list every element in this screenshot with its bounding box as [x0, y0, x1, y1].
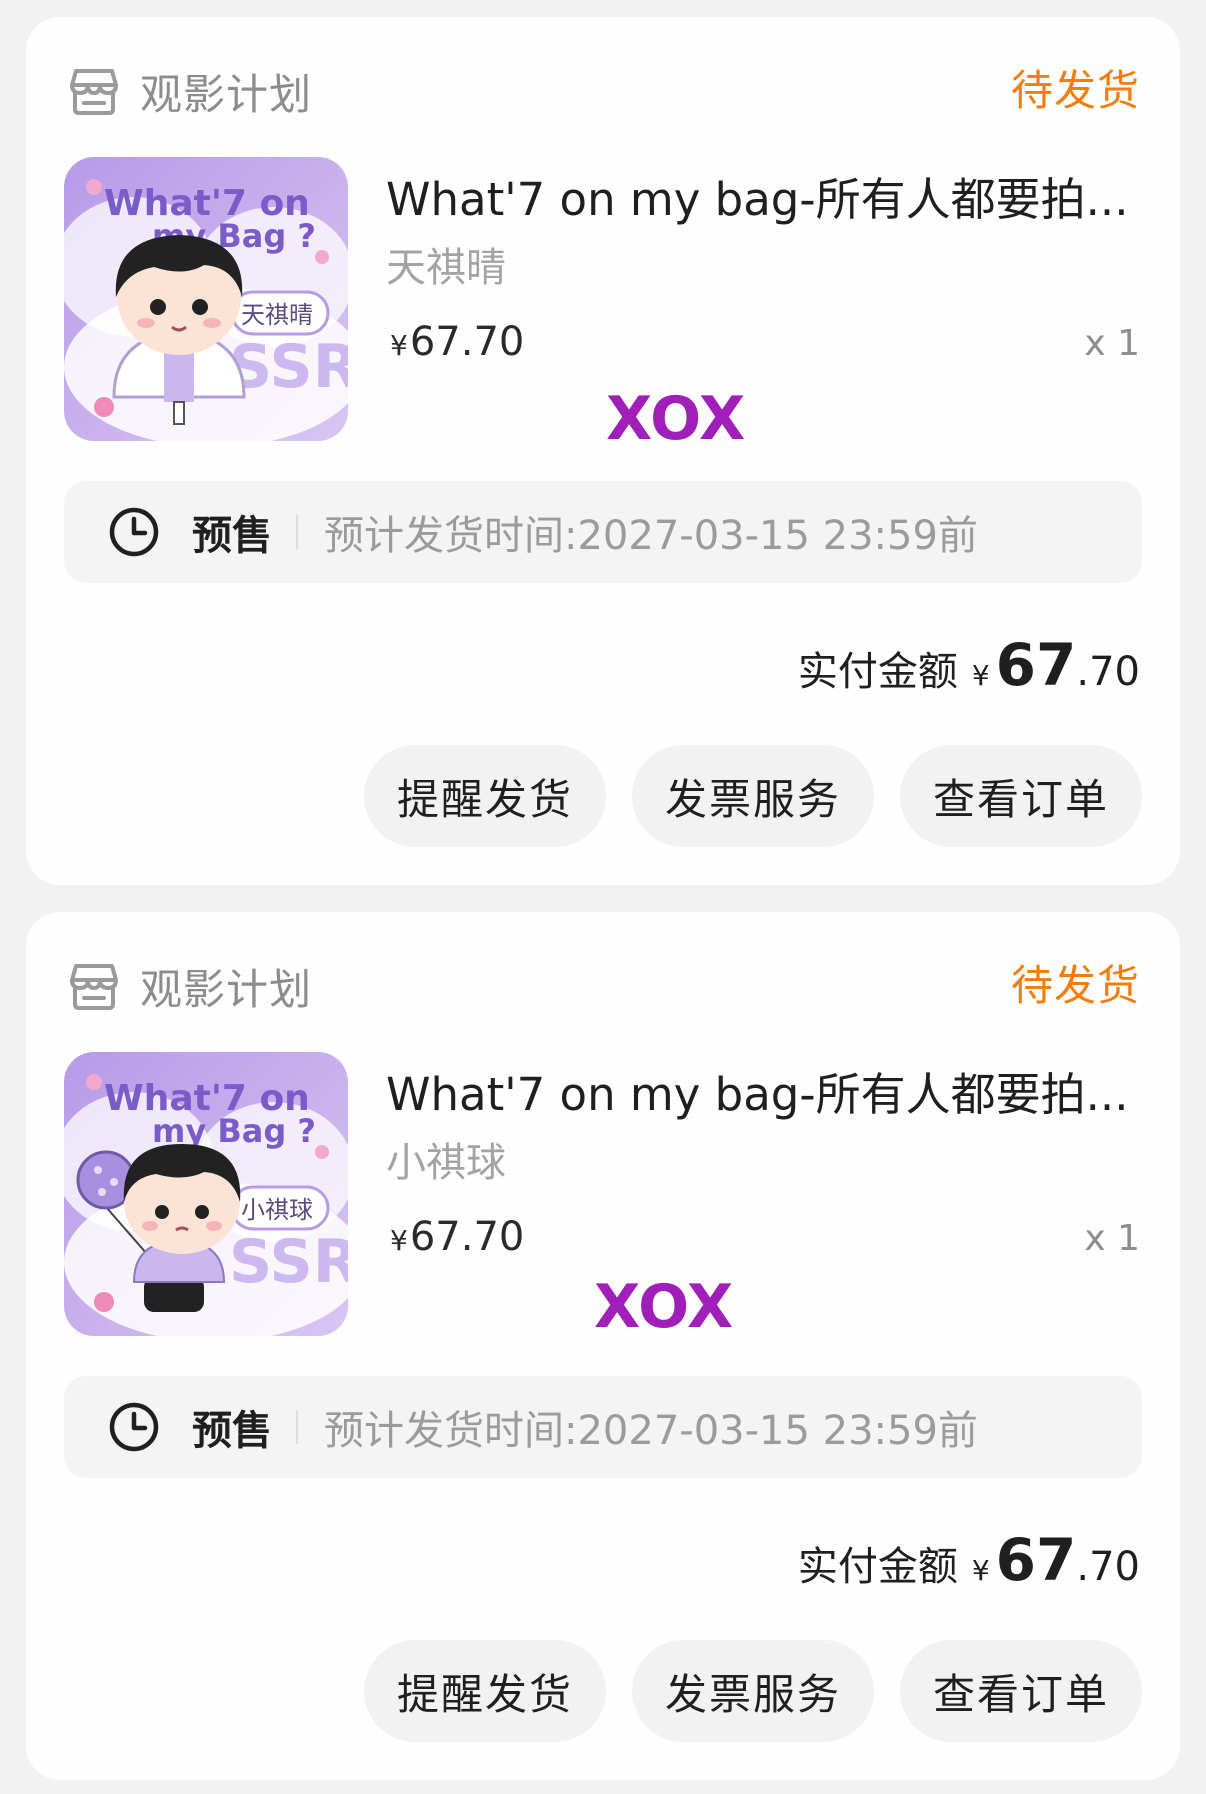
total-int: 67 [995, 631, 1077, 699]
product-variant: 天祺晴 [386, 245, 506, 291]
remind-shipping-button[interactable]: 提醒发货 [364, 1640, 606, 1742]
thumb-tag: 天祺晴 [241, 301, 313, 329]
thumb-bg-text: SSR [229, 1227, 348, 1297]
invoice-service-button[interactable]: 发票服务 [632, 1640, 874, 1742]
shop-row[interactable]: 观影计划 [66, 61, 312, 121]
total-label: 实付金额 [797, 649, 958, 695]
product-title[interactable]: What'7 on my bag-所有人都要拍... [386, 163, 1146, 228]
presale-label: 预售 [192, 513, 272, 559]
total-int: 67 [995, 1526, 1077, 1594]
price-symbol: ¥ [390, 1224, 408, 1257]
clock-icon [109, 507, 159, 557]
ship-time: 预计发货时间:2027-03-15 23:59前 [324, 513, 978, 559]
price-value: 67.70 [409, 1214, 525, 1260]
order-actions: 提醒发货 发票服务 查看订单 [364, 745, 1142, 847]
remind-shipping-button[interactable]: 提醒发货 [364, 745, 606, 847]
quantity: x 1 [1084, 323, 1140, 364]
shop-name[interactable]: 观影计划 [140, 61, 312, 122]
unit-price: ¥67.70 [390, 319, 524, 365]
total-label: 实付金额 [797, 1544, 958, 1590]
divider [296, 1410, 298, 1444]
thumb-bg-text: SSR [229, 332, 348, 402]
quantity: x 1 [1084, 1218, 1140, 1259]
product-variant: 小祺球 [386, 1140, 506, 1186]
clock-icon [109, 1402, 159, 1452]
unit-price: ¥67.70 [390, 1214, 524, 1260]
order-status: 待发货 [1010, 66, 1140, 115]
product-image[interactable]: SSR What'7 on my Bag ? 小祺球 [64, 1052, 348, 1336]
presale-label: 预售 [192, 1408, 272, 1454]
order-actions: 提醒发货 发票服务 查看订单 [364, 1640, 1142, 1742]
watermark-text: XOX [606, 384, 746, 454]
order-card[interactable]: 观影计划 待发货 SSR What'7 on my Bag ? 天祺晴 What… [26, 17, 1180, 885]
product-image[interactable]: SSR What'7 on my Bag ? 天祺晴 [64, 157, 348, 441]
total-symbol: ¥ [971, 1554, 990, 1587]
shop-row[interactable]: 观影计划 [66, 956, 312, 1016]
total-paid: 实付金额 ¥ 67 .70 [798, 1526, 1140, 1594]
total-dec: .70 [1076, 649, 1140, 695]
price-value: 67.70 [409, 319, 525, 365]
divider [296, 515, 298, 549]
total-dec: .70 [1076, 1544, 1140, 1590]
presale-info-bar: 预售 预计发货时间:2027-03-15 23:59前 [64, 481, 1142, 583]
presale-info-bar: 预售 预计发货时间:2027-03-15 23:59前 [64, 1376, 1142, 1478]
ship-time: 预计发货时间:2027-03-15 23:59前 [324, 1408, 978, 1454]
thumb-tag: 小祺球 [241, 1196, 313, 1224]
invoice-service-button[interactable]: 发票服务 [632, 745, 874, 847]
view-order-button[interactable]: 查看订单 [900, 745, 1142, 847]
shop-name[interactable]: 观影计划 [140, 956, 312, 1017]
price-symbol: ¥ [390, 329, 408, 362]
order-status: 待发货 [1010, 961, 1140, 1010]
product-title[interactable]: What'7 on my bag-所有人都要拍... [386, 1058, 1146, 1123]
shop-icon [70, 69, 118, 115]
view-order-button[interactable]: 查看订单 [900, 1640, 1142, 1742]
shop-icon [70, 964, 118, 1010]
watermark-text: XOX [594, 1272, 734, 1342]
total-paid: 实付金额 ¥ 67 .70 [798, 631, 1140, 699]
total-symbol: ¥ [971, 659, 990, 692]
order-card[interactable]: 观影计划 待发货 SSR What'7 on my Bag ? 小祺球 What… [26, 912, 1180, 1780]
